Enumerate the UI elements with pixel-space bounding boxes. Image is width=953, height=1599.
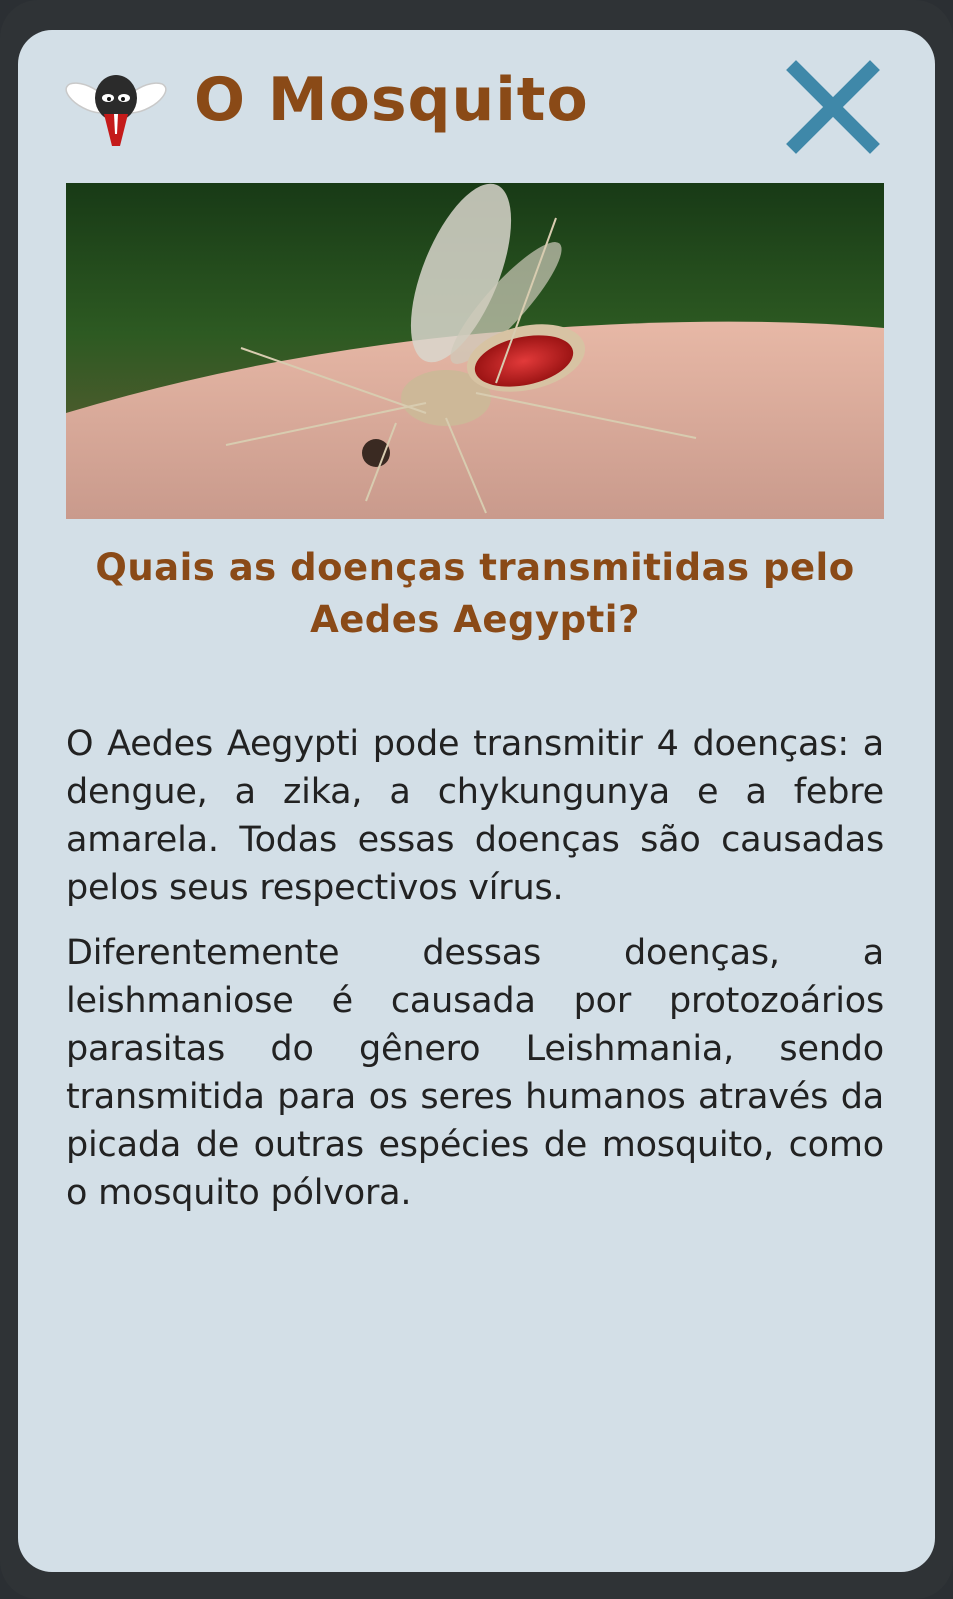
close-icon[interactable]: [786, 60, 880, 154]
mosquito-photo: [66, 183, 884, 519]
card-header: O Mosquito: [18, 30, 935, 180]
paragraph-leishmaniose: Diferentemente dessas doenças, a leishma…: [66, 933, 884, 1213]
device-frame: O Mosquito Quais as doenças transmitidas…: [0, 0, 953, 1599]
page-title: O Mosquito: [194, 65, 589, 135]
paragraph-diseases: O Aedes Aegypti pode transmitir 4 doença…: [66, 724, 884, 908]
section-question: Quais as doenças transmitidas pelo Aedes…: [95, 546, 855, 641]
mosquito-mascot-icon: [65, 75, 167, 146]
info-card: O Mosquito Quais as doenças transmitidas…: [18, 30, 935, 1572]
body-text: O Aedes Aegypti pode transmitir 4 doença…: [66, 720, 884, 1234]
